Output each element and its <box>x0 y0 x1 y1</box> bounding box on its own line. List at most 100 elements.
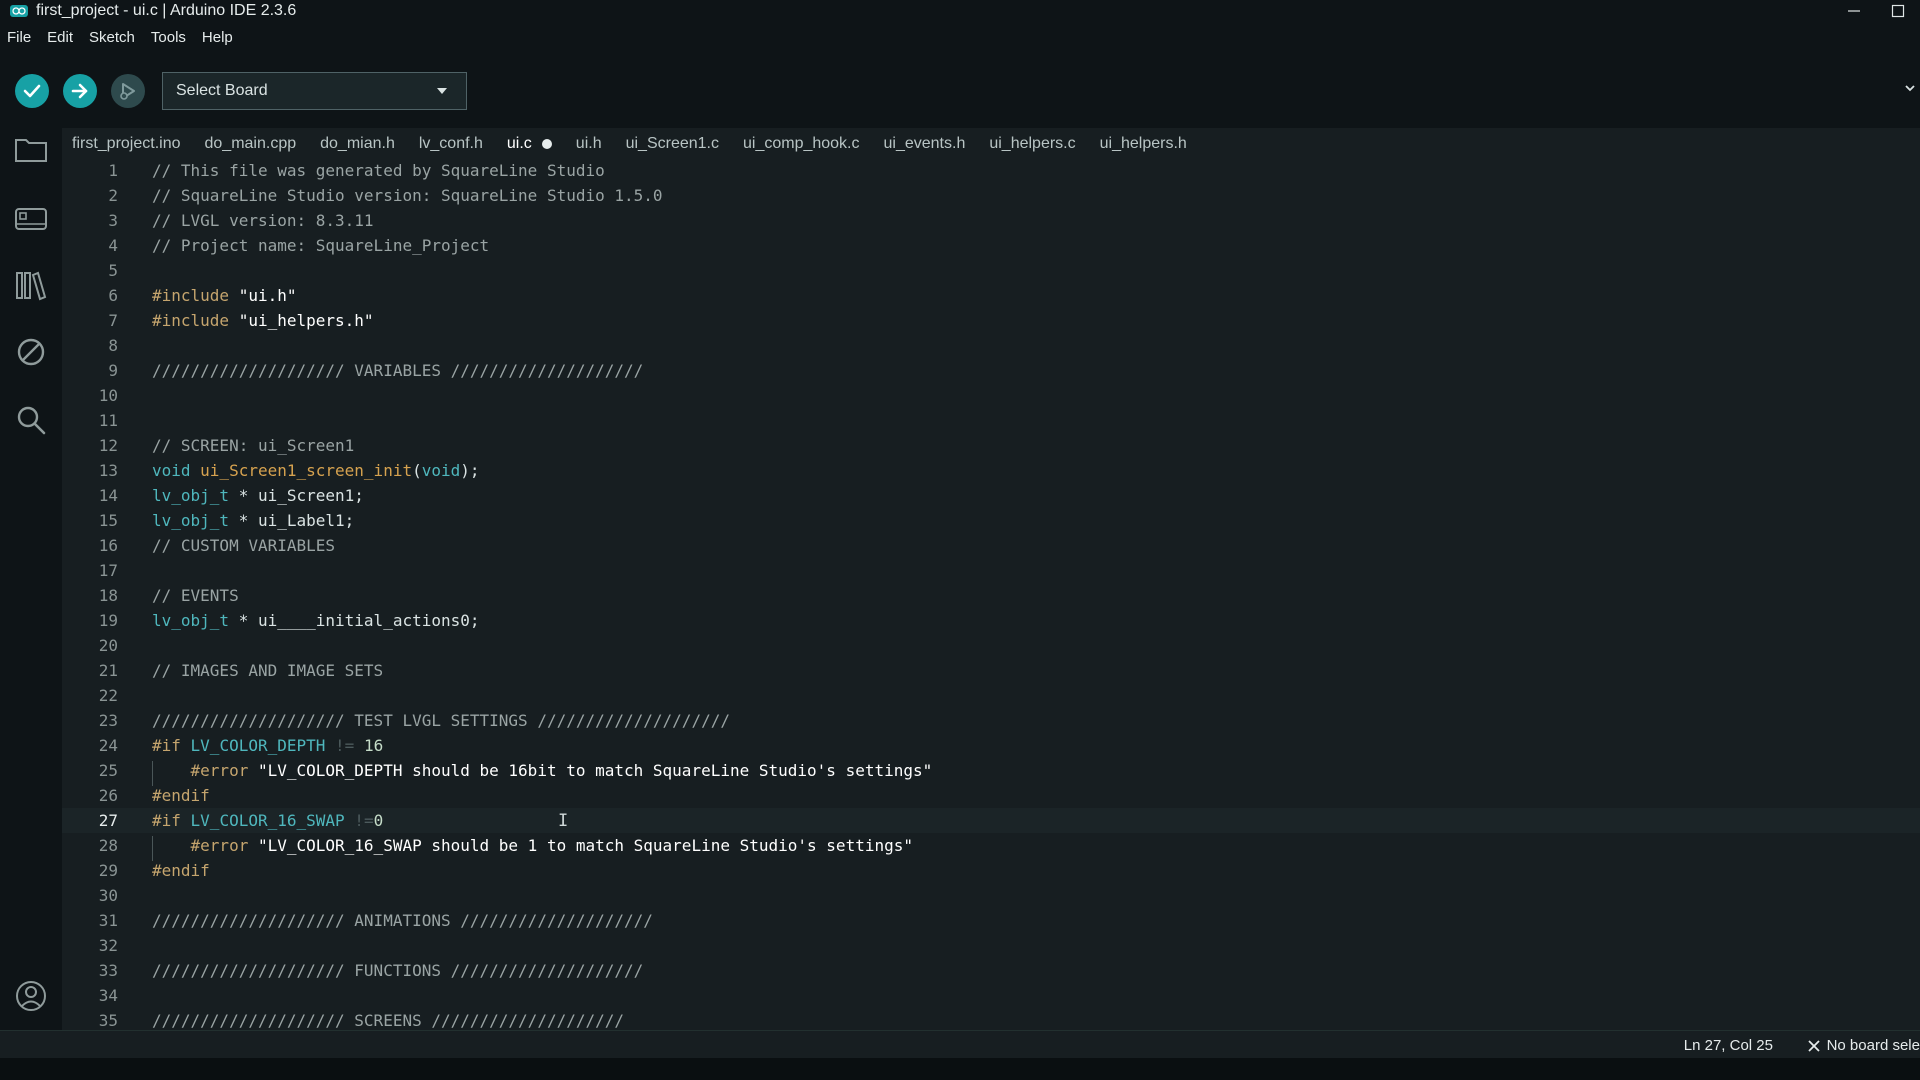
line-number: 32 <box>98 936 118 955</box>
code-token: #if <box>152 811 181 830</box>
board-status[interactable]: No board sele <box>1807 1037 1920 1054</box>
menu-help[interactable]: Help <box>202 29 233 46</box>
code-line-24: #if LV_COLOR_DEPTH != 16 <box>152 736 383 755</box>
code-token: ui_Screen1_screen_init <box>190 461 413 480</box>
debug-play-icon <box>120 83 135 100</box>
code-line-25: #error "LV_COLOR_DEPTH should be 16bit t… <box>152 761 933 780</box>
code-token: #include <box>152 286 230 305</box>
code-line-6: #include "ui.h" <box>152 286 297 305</box>
tab-first-project-ino[interactable]: first_project.ino <box>62 128 193 160</box>
minimize-button[interactable] <box>1832 0 1876 22</box>
tab-ui-comp-hook-c[interactable]: ui_comp_hook.c <box>731 128 872 160</box>
code-token: * ui____initial_actions0; <box>229 611 480 630</box>
code-line-2: // SquareLine Studio version: SquareLine… <box>152 186 663 205</box>
caret-down-icon <box>437 88 447 94</box>
board-selector[interactable]: Select Board <box>162 72 467 110</box>
arduino-logo-icon <box>10 5 28 17</box>
text-cursor-icon: I <box>558 811 569 831</box>
menu-file[interactable]: File <box>7 29 31 46</box>
line-number: 17 <box>98 561 118 580</box>
code-line-15: lv_obj_t * ui_Label1; <box>152 511 354 530</box>
menu-bar: File Edit Sketch Tools Help <box>0 22 1920 52</box>
tab-ui-c[interactable]: ui.c <box>495 128 564 160</box>
minimize-icon <box>1848 10 1860 12</box>
line-number: 3 <box>108 211 118 230</box>
code-line-14: lv_obj_t * ui_Screen1; <box>152 486 364 505</box>
tab-ui-helpers-c[interactable]: ui_helpers.c <box>977 128 1087 160</box>
code-token: #include <box>152 311 230 330</box>
line-number: 25 <box>98 761 118 780</box>
debug-icon <box>17 338 45 366</box>
code-token: "ui_helpers.h" <box>229 311 374 330</box>
line-number: 24 <box>98 736 118 755</box>
line-number: 19 <box>98 611 118 630</box>
indent-guide <box>152 836 153 861</box>
menu-edit[interactable]: Edit <box>47 29 73 46</box>
tab-lv-conf-h[interactable]: lv_conf.h <box>407 128 495 160</box>
board-selector-label: Select Board <box>176 82 268 99</box>
editor-tab-bar: first_project.ino do_main.cpp do_mian.h … <box>62 128 1920 160</box>
line-number: 33 <box>98 961 118 980</box>
tab-label: ui_helpers.c <box>989 135 1076 152</box>
chevron-down-icon[interactable] <box>1904 84 1916 94</box>
upload-button[interactable] <box>63 74 97 108</box>
code-line-13: void ui_Screen1_screen_init(void); <box>152 461 480 480</box>
tab-ui-helpers-h[interactable]: ui_helpers.h <box>1088 128 1199 160</box>
maximize-icon <box>1891 4 1905 18</box>
unsaved-dot-icon[interactable] <box>541 139 552 149</box>
boards-manager-button[interactable] <box>13 200 49 236</box>
line-number: 29 <box>98 861 118 880</box>
account-icon <box>16 981 46 1011</box>
code-token: LV_COLOR_16_SWAP <box>180 811 345 830</box>
code-line-19: lv_obj_t * ui____initial_actions0; <box>152 611 480 630</box>
code-editor[interactable]: 1 2 3 4 5 6 7 8 9 10 11 12 13 14 15 16 17 18 19 20 21 22 23 24 2… <box>62 160 1920 1030</box>
line-number: 34 <box>98 986 118 1005</box>
tab-label: ui_Screen1.c <box>625 135 719 152</box>
debug-sidebar-button[interactable] <box>13 334 49 370</box>
tab-ui-h[interactable]: ui.h <box>564 128 614 160</box>
code-line-26: #endif <box>152 786 210 805</box>
tab-label: ui_helpers.h <box>1099 135 1187 152</box>
verify-button[interactable] <box>15 74 49 108</box>
code-line-33: //////////////////// FUNCTIONS /////////… <box>152 961 644 980</box>
search-sidebar-button[interactable] <box>13 402 49 438</box>
menu-sketch[interactable]: Sketch <box>89 29 135 46</box>
line-number: 30 <box>98 886 118 905</box>
code-token: lv_obj_t <box>152 511 230 530</box>
indent-guide <box>152 761 153 786</box>
sketchbook-button[interactable] <box>13 132 49 168</box>
tab-do-main-cpp[interactable]: do_main.cpp <box>193 128 309 160</box>
cursor-position[interactable]: Ln 27, Col 25 <box>1684 1037 1773 1054</box>
code-token: #if <box>152 736 181 755</box>
maximize-button[interactable] <box>1876 0 1920 22</box>
line-number: 8 <box>108 336 118 355</box>
code-line-7: #include "ui_helpers.h" <box>152 311 374 330</box>
code-token: void <box>421 461 461 480</box>
line-number: 27 <box>98 811 118 830</box>
bottom-panel-strip <box>0 1058 1920 1080</box>
line-number: 22 <box>98 686 118 705</box>
code-token: != <box>344 811 374 830</box>
check-icon <box>23 84 41 98</box>
code-line-1: // This file was generated by SquareLine… <box>152 161 605 180</box>
debug-button[interactable] <box>111 74 145 108</box>
account-button[interactable] <box>13 978 49 1014</box>
code-line-21: // IMAGES AND IMAGE SETS <box>152 661 384 680</box>
code-token: lv_obj_t <box>152 486 230 505</box>
code-token: "ui.h" <box>229 286 297 305</box>
line-number: 14 <box>98 486 118 505</box>
menu-tools[interactable]: Tools <box>151 29 186 46</box>
tab-label: ui_comp_hook.c <box>742 135 860 152</box>
tab-ui-screen1-c[interactable]: ui_Screen1.c <box>614 128 731 160</box>
activity-sidebar <box>0 128 62 1058</box>
tab-ui-events-h[interactable]: ui_events.h <box>872 128 978 160</box>
tab-do-mian-h[interactable]: do_mian.h <box>308 128 407 160</box>
line-number: 5 <box>108 261 118 280</box>
code-token: ( <box>412 461 422 480</box>
arrow-right-icon <box>71 83 88 99</box>
line-number: 10 <box>98 386 118 405</box>
line-number: 21 <box>98 661 118 680</box>
tab-label: ui.c <box>506 135 532 152</box>
line-number: 6 <box>108 286 118 305</box>
library-manager-button[interactable] <box>13 267 49 303</box>
